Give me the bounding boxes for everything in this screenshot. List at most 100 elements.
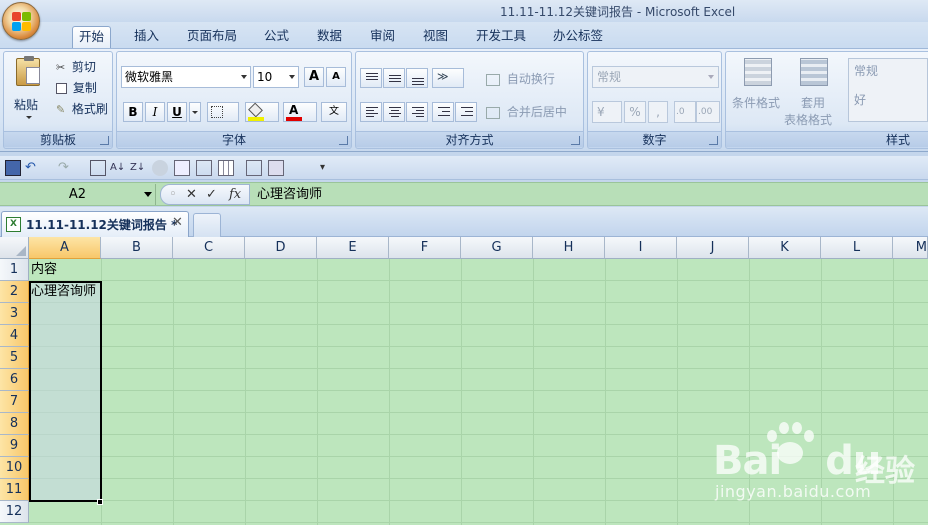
font-color-button[interactable]: A	[283, 102, 317, 122]
office-button[interactable]	[2, 2, 40, 40]
format-as-table-button[interactable]: 套用 表格格式	[784, 56, 846, 127]
print-icon[interactable]	[268, 160, 284, 176]
fill-handle[interactable]	[97, 499, 103, 505]
style-good[interactable]: 好	[854, 91, 866, 108]
increase-decimal-button[interactable]: .0	[674, 101, 696, 123]
name-box[interactable]: A2	[0, 184, 156, 205]
currency-button[interactable]: ¥	[592, 101, 622, 123]
new-tab-button[interactable]	[193, 213, 221, 237]
phonetic-button[interactable]: 文	[321, 102, 347, 122]
underline-button[interactable]: U	[167, 102, 187, 122]
row-header-9[interactable]: 9	[0, 435, 29, 457]
close-icon[interactable]: ✕	[172, 215, 183, 230]
fill-color-button[interactable]	[245, 102, 279, 122]
column-header-l[interactable]: L	[821, 237, 893, 259]
align-top-button[interactable]	[360, 68, 382, 88]
font-launcher-icon[interactable]	[339, 136, 348, 145]
merge-center-button[interactable]: 合并后居中	[486, 102, 567, 122]
alignment-launcher-icon[interactable]	[571, 136, 580, 145]
align-center-button[interactable]	[383, 102, 405, 122]
formula-input[interactable]: 心理咨询师	[257, 184, 322, 205]
tab-view[interactable]: 视图	[417, 26, 454, 48]
tab-office-tab[interactable]: 办公标签	[547, 26, 609, 48]
column-header-a[interactable]: A	[29, 237, 101, 259]
row-header-8[interactable]: 8	[0, 413, 29, 435]
row-header-2[interactable]: 2	[0, 281, 29, 303]
column-header-m[interactable]: M	[893, 237, 928, 259]
column-header-k[interactable]: K	[749, 237, 821, 259]
percent-button[interactable]: %	[624, 101, 646, 123]
row-header-7[interactable]: 7	[0, 391, 29, 413]
format-painter-button[interactable]: ✎ 格式刷	[56, 99, 108, 119]
column-header-b[interactable]: B	[101, 237, 173, 259]
worksheet-grid[interactable]: A B C D E F G H I J K L M 1 2 3 4 5 6 7 …	[0, 237, 928, 525]
tab-page-layout[interactable]: 页面布局	[181, 26, 243, 48]
increase-indent-button[interactable]	[455, 102, 477, 122]
comma-button[interactable]: ,	[648, 101, 668, 123]
style-normal[interactable]: 常规	[854, 62, 878, 79]
workbook-tab-active[interactable]: X 11.11-11.12关键词报告 * ✕	[1, 211, 189, 237]
align-right-button[interactable]	[406, 102, 428, 122]
column-header-c[interactable]: C	[173, 237, 245, 259]
bold-button[interactable]: B	[123, 102, 143, 122]
enter-icon[interactable]: ✓	[206, 186, 217, 204]
selected-range[interactable]	[29, 281, 102, 502]
redo-icon[interactable]: ↷	[58, 160, 74, 176]
column-header-d[interactable]: D	[245, 237, 317, 259]
paste-button[interactable]: 粘贴	[12, 56, 52, 120]
chevron-down-icon[interactable]	[144, 192, 152, 197]
conditional-format-button[interactable]: 条件格式	[730, 56, 784, 126]
circle-icon[interactable]	[152, 160, 168, 176]
font-name-combo[interactable]: 微软雅黑	[121, 66, 251, 88]
sort-descending-icon[interactable]: Z↓	[130, 160, 146, 176]
cut-button[interactable]: ✂ 剪切	[56, 57, 96, 77]
copy-button[interactable]: 复制	[56, 78, 97, 98]
italic-button[interactable]: I	[145, 102, 165, 122]
row-header-6[interactable]: 6	[0, 369, 29, 391]
undo-icon[interactable]: ↶	[25, 160, 41, 176]
grid-icon[interactable]	[90, 160, 106, 176]
underline-dropdown[interactable]	[189, 102, 201, 122]
insert-function-icon[interactable]: fx	[229, 186, 241, 204]
decrease-decimal-button[interactable]: .00	[696, 101, 720, 123]
column-header-e[interactable]: E	[317, 237, 389, 259]
clipboard-launcher-icon[interactable]	[100, 136, 109, 145]
number-launcher-icon[interactable]	[709, 136, 718, 145]
tab-developer[interactable]: 开发工具	[470, 26, 532, 48]
preview-icon[interactable]	[174, 160, 190, 176]
column-header-g[interactable]: G	[461, 237, 533, 259]
column-header-j[interactable]: J	[677, 237, 749, 259]
cell-styles-gallery[interactable]: 常规 好	[848, 58, 928, 122]
save-icon[interactable]	[5, 160, 21, 176]
align-left-button[interactable]	[360, 102, 382, 122]
column-header-i[interactable]: I	[605, 237, 677, 259]
tab-data[interactable]: 数据	[311, 26, 348, 48]
page-icon[interactable]	[196, 160, 212, 176]
align-bottom-button[interactable]	[406, 68, 428, 88]
column-header-f[interactable]: F	[389, 237, 461, 259]
cancel-icon[interactable]: ✕	[186, 186, 197, 204]
row-header-4[interactable]: 4	[0, 325, 29, 347]
customize-qat-icon[interactable]: ▾	[320, 160, 336, 176]
insert-table-icon[interactable]	[246, 160, 262, 176]
columns-icon[interactable]	[218, 160, 234, 176]
grow-font-button[interactable]: A	[304, 67, 324, 87]
row-header-5[interactable]: 5	[0, 347, 29, 369]
row-header-12[interactable]: 12	[0, 501, 29, 523]
row-header-3[interactable]: 3	[0, 303, 29, 325]
sort-ascending-icon[interactable]: A↓	[110, 160, 126, 176]
select-all-button[interactable]	[0, 237, 29, 259]
cell-a2[interactable]: 心理咨询师	[31, 281, 96, 303]
row-header-10[interactable]: 10	[0, 457, 29, 479]
font-size-combo[interactable]: 10	[253, 66, 299, 88]
decrease-indent-button[interactable]	[432, 102, 454, 122]
row-header-1[interactable]: 1	[0, 259, 29, 281]
orientation-button[interactable]: ≫	[432, 68, 464, 88]
tab-formulas[interactable]: 公式	[258, 26, 295, 48]
tab-insert[interactable]: 插入	[128, 26, 165, 48]
number-format-combo[interactable]: 常规	[592, 66, 719, 88]
column-header-h[interactable]: H	[533, 237, 605, 259]
align-middle-button[interactable]	[383, 68, 405, 88]
tab-review[interactable]: 审阅	[364, 26, 401, 48]
cell-a1[interactable]: 内容	[31, 259, 57, 281]
